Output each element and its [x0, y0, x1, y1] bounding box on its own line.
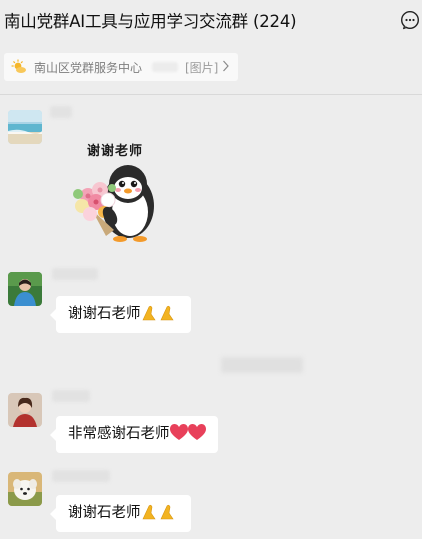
sender-name-blurred — [50, 106, 72, 118]
pinned-image-tag: [图片] — [185, 61, 219, 75]
dog-avatar[interactable] — [8, 472, 42, 506]
woman-blue-avatar[interactable] — [8, 272, 42, 306]
beach-avatar[interactable] — [8, 110, 42, 144]
chevron-right-icon — [223, 60, 229, 72]
message-bubble[interactable]: 非常感谢石老师 — [50, 416, 218, 453]
sender-name-blurred — [52, 268, 98, 280]
woman-red-avatar[interactable] — [8, 393, 42, 427]
message-bubble[interactable]: 谢谢石老师 — [50, 296, 191, 333]
folded-hands-icon — [142, 305, 174, 320]
heart-icon — [169, 423, 206, 440]
message-text: 谢谢石老师 — [68, 505, 141, 521]
chat-title[interactable]: 南山党群AI工具与应用学习交流群 (224) — [4, 8, 297, 32]
header-divider — [0, 94, 422, 95]
chat-more-icon[interactable] — [400, 10, 420, 30]
message-bubble[interactable]: 谢谢石老师 — [50, 495, 191, 532]
folded-hands-icon — [142, 504, 174, 519]
thanks-sticker[interactable]: 谢谢老师 — [62, 140, 168, 246]
sender-name-blurred — [52, 470, 110, 482]
pinned-message[interactable]: 南山区党群服务中心 [图片] — [4, 53, 238, 81]
sender-name-blurred — [52, 390, 90, 402]
message-text: 非常感谢石老师 — [68, 426, 170, 442]
pinned-blurred-text — [152, 62, 178, 72]
sun-weather-icon — [11, 59, 26, 73]
chat-header: 南山党群AI工具与应用学习交流群 (224) — [0, 0, 422, 42]
message-text: 谢谢石老师 — [68, 306, 141, 322]
pinned-sender-name: 南山区党群服务中心 — [34, 61, 143, 75]
system-notice-blurred — [221, 357, 303, 373]
sticker-caption: 谢谢老师 — [86, 144, 143, 159]
